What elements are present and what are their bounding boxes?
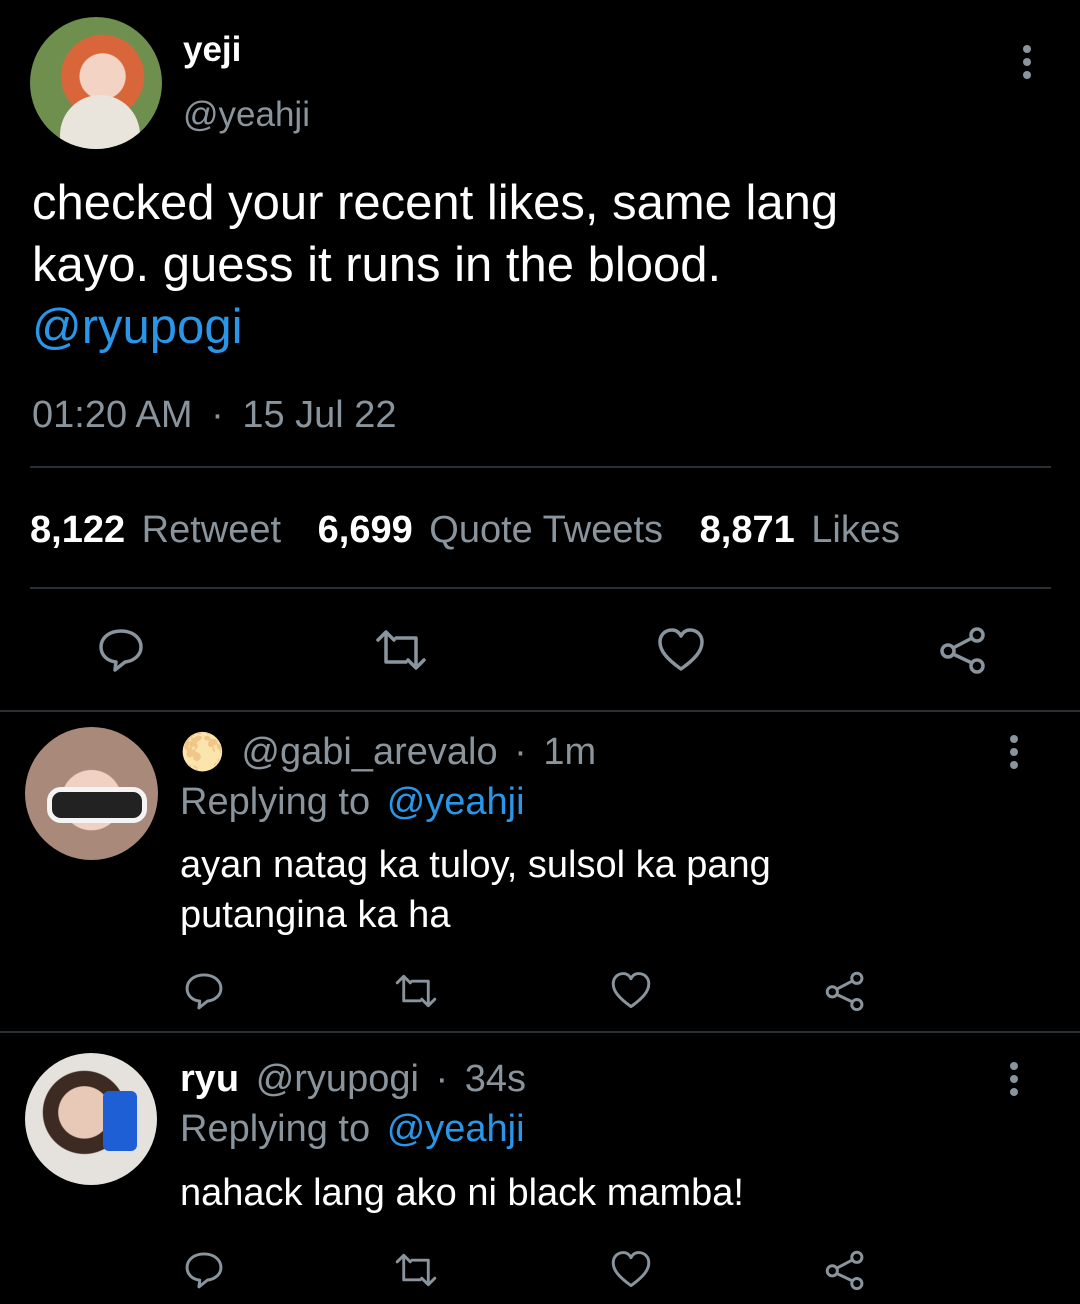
reply-avatar[interactable] <box>25 1053 157 1185</box>
divider <box>0 710 1080 712</box>
reply-separator: · <box>514 731 527 773</box>
author-handle[interactable]: @yeahji <box>183 95 310 135</box>
tweet-text-line-1: checked your recent likes, same lang <box>32 176 839 230</box>
author-avatar[interactable] <box>30 17 162 149</box>
likes-stat[interactable]: 8,871 Likes <box>700 509 900 551</box>
replying-to-handle[interactable]: @yeahji <box>387 1108 525 1150</box>
share-icon[interactable] <box>823 969 867 1013</box>
more-vertical-icon[interactable] <box>1002 1060 1026 1100</box>
timestamp-separator: · <box>211 394 224 436</box>
replying-to: Replying to @yeahji <box>180 1108 525 1151</box>
reply-text-line-2: putangina ka ha <box>180 894 451 936</box>
tweet-timestamp: 01:20 AM · 15 Jul 22 <box>32 394 397 437</box>
heart-icon[interactable] <box>609 970 653 1011</box>
heart-icon[interactable] <box>609 1249 653 1290</box>
reply-handle[interactable]: @gabi_arevalo <box>241 731 497 773</box>
tweet-text-line-2: kayo. guess it runs in the blood. <box>32 238 722 292</box>
reply-avatar[interactable] <box>25 727 158 860</box>
reply-display-name[interactable]: ryu <box>180 1058 239 1100</box>
divider <box>30 587 1051 589</box>
share-icon[interactable] <box>937 624 989 676</box>
reply-text-line-1: ayan natag ka tuloy, sulsol ka pang <box>180 844 771 886</box>
tweet-stats: 8,122 Retweet 6,699 Quote Tweets 8,871 L… <box>30 509 900 552</box>
divider <box>30 466 1051 468</box>
more-vertical-icon[interactable] <box>1002 733 1026 773</box>
retweet-count: 8,122 <box>30 509 126 551</box>
retweet-icon[interactable] <box>392 973 440 1009</box>
heart-icon[interactable] <box>655 626 707 674</box>
reply-icon[interactable] <box>182 1248 226 1292</box>
quote-label: Quote Tweets <box>429 509 664 551</box>
author-display-name[interactable]: yeji <box>183 30 241 70</box>
reply-separator: · <box>435 1058 449 1100</box>
reply-header: ryu @ryupogi · 34s <box>180 1058 526 1101</box>
reply-time: 1m <box>543 731 597 773</box>
likes-count: 8,871 <box>699 509 795 551</box>
tweet-date: 15 Jul 22 <box>242 394 397 436</box>
share-icon[interactable] <box>823 1248 867 1292</box>
divider <box>0 1031 1080 1033</box>
replying-prefix: Replying to <box>180 1108 371 1150</box>
reply-header: 🌕 @gabi_arevalo · 1m <box>180 731 596 774</box>
retweet-icon[interactable] <box>372 628 430 672</box>
tweet-mention[interactable]: @ryupogi <box>32 299 242 355</box>
reply-icon[interactable] <box>95 624 147 676</box>
replying-to-handle[interactable]: @yeahji <box>387 781 525 823</box>
more-vertical-icon[interactable] <box>1015 43 1039 83</box>
tweet-time: 01:20 AM <box>32 394 193 436</box>
retweet-label: Retweet <box>141 509 282 551</box>
quote-stat[interactable]: 6,699 Quote Tweets <box>318 509 674 551</box>
retweet-icon[interactable] <box>392 1252 440 1288</box>
likes-label: Likes <box>811 509 900 551</box>
retweet-stat[interactable]: 8,122 Retweet <box>30 509 292 551</box>
sun-emoji: 🌕 <box>180 731 225 772</box>
reply-text-line-1: nahack lang ako ni black mamba! <box>180 1172 744 1214</box>
replying-to: Replying to @yeahji <box>180 781 525 824</box>
quote-count: 6,699 <box>317 509 413 551</box>
replying-prefix: Replying to <box>180 781 371 823</box>
reply-handle[interactable]: @ryupogi <box>256 1058 419 1100</box>
reply-time: 34s <box>464 1058 526 1100</box>
reply-icon[interactable] <box>182 969 226 1013</box>
